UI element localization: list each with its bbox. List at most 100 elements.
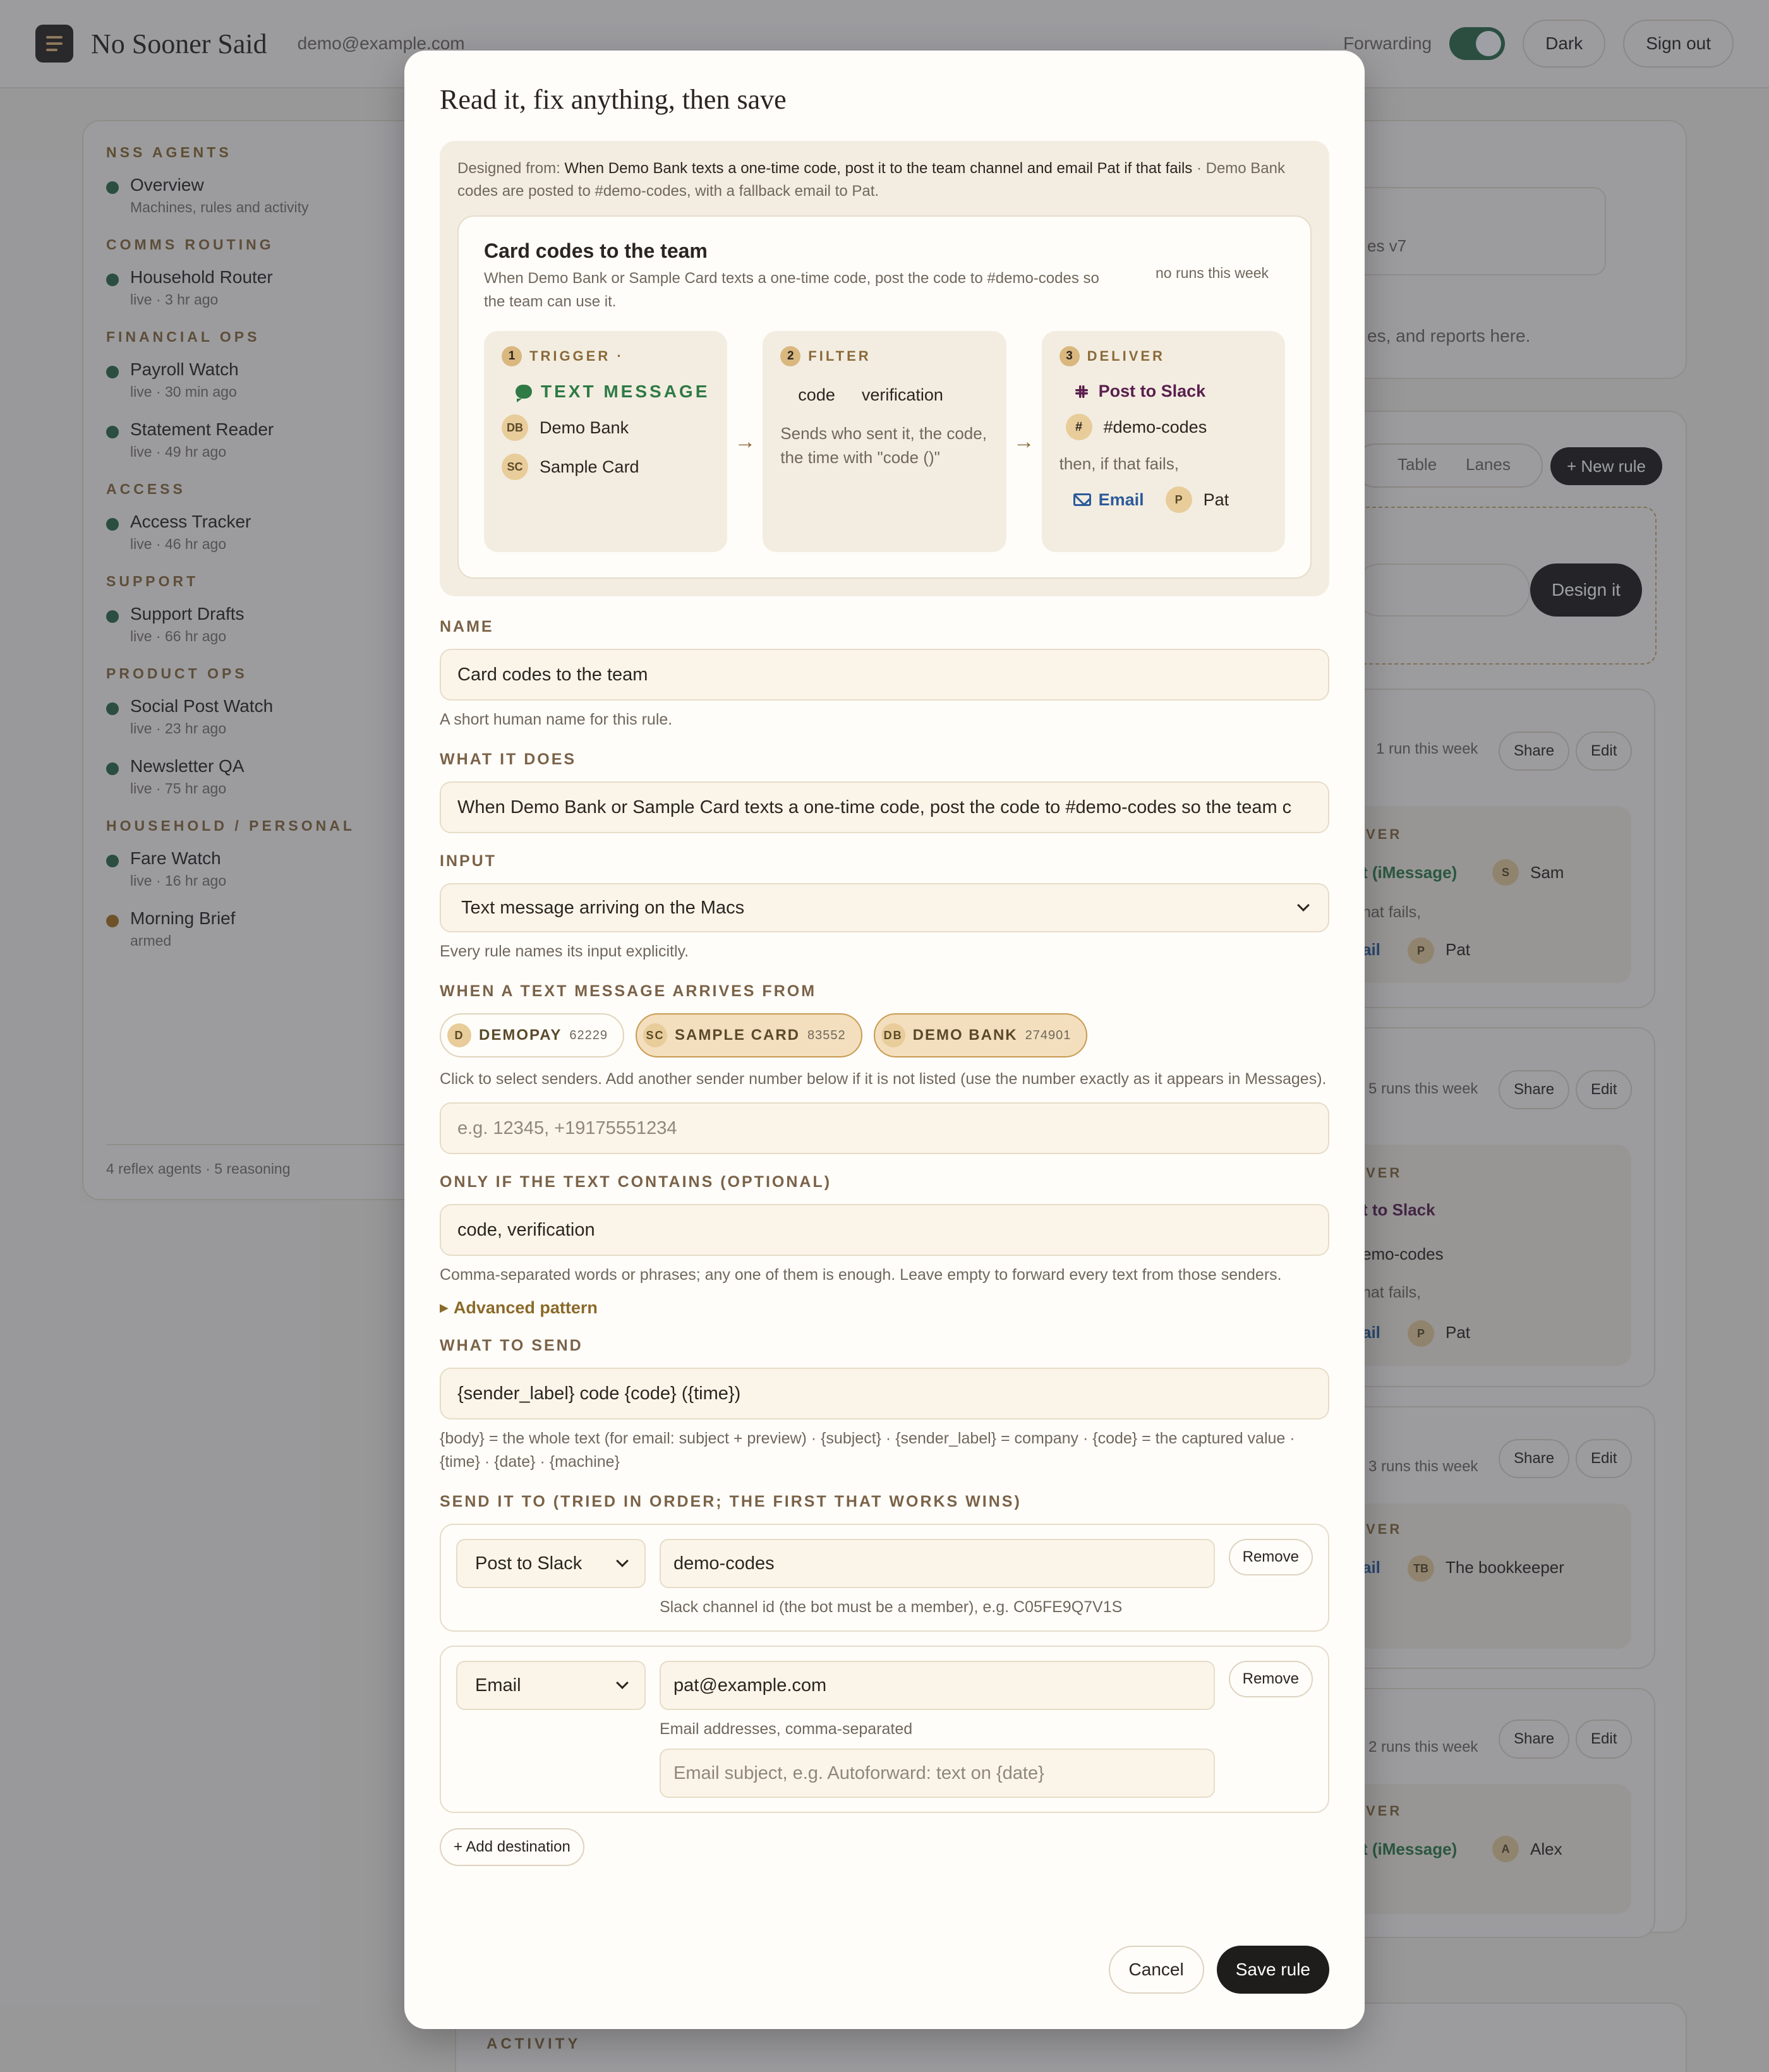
arrow-right-icon: → bbox=[734, 429, 756, 454]
senders-label: WHEN A TEXT MESSAGE ARRIVES FROM bbox=[440, 982, 817, 1000]
fallback-label: Email bbox=[1098, 490, 1144, 509]
trigger-sender: SC Sample Card bbox=[502, 454, 709, 480]
designed-prefix: Designed from: bbox=[457, 160, 560, 177]
triangle-right-icon: ▶ bbox=[440, 1301, 449, 1314]
template-field: WHAT TO SEND {sender_label} code {code} … bbox=[440, 1337, 1329, 1474]
modal-title: Read it, fix anything, then save bbox=[440, 84, 787, 115]
rule-preview: Designed from: When Demo Bank texts a on… bbox=[440, 141, 1329, 596]
rule-card-runs: no runs this week bbox=[1156, 265, 1269, 281]
deliver-primary: Post to Slack bbox=[1098, 382, 1206, 401]
slack-icon bbox=[1075, 385, 1088, 398]
advanced-pattern-label: Advanced pattern bbox=[453, 1298, 598, 1317]
person-name: Pat bbox=[1203, 490, 1229, 509]
destination-type-select[interactable]: Email bbox=[456, 1661, 646, 1710]
remove-destination-button[interactable]: Remove bbox=[1228, 1661, 1313, 1697]
contains-help: Comma-separated words or phrases; any on… bbox=[440, 1266, 1282, 1284]
input-help: Every rule names its input explicitly. bbox=[440, 943, 689, 960]
envelope-icon bbox=[1073, 493, 1091, 506]
senders-help: Click to select senders. Add another sen… bbox=[440, 1070, 1327, 1088]
contains-label: ONLY IF THE TEXT CONTAINS (OPTIONAL) bbox=[440, 1173, 832, 1191]
sender-number-input[interactable]: e.g. 12345, +19175551234 bbox=[440, 1102, 1329, 1154]
step-number: 3 bbox=[1059, 346, 1080, 366]
filter-keyword: code bbox=[798, 385, 835, 404]
trigger-label: TRIGGER · bbox=[529, 348, 624, 364]
destination-row: Email pat@example.com Email addresses, c… bbox=[440, 1646, 1329, 1813]
sender-name: Sample Card bbox=[540, 457, 639, 476]
fallback-text: then, if that fails, bbox=[1059, 454, 1179, 473]
rule-card-description: When Demo Bank or Sample Card texts a on… bbox=[484, 270, 1099, 310]
destination-help: Slack channel id (the bot must be a memb… bbox=[660, 1598, 1123, 1616]
add-destination-button[interactable]: + Add destination bbox=[440, 1828, 584, 1866]
template-input[interactable]: {sender_label} code {code} ({time}) bbox=[440, 1368, 1329, 1419]
destinations-label: SEND IT TO (TRIED IN ORDER; THE FIRST TH… bbox=[440, 1493, 1022, 1510]
template-label: WHAT TO SEND bbox=[440, 1337, 583, 1354]
template-help: {body} = the whole text (for email: subj… bbox=[440, 1430, 1295, 1471]
deliver-channel: # #demo-codes bbox=[1065, 414, 1267, 440]
destinations-field: SEND IT TO (TRIED IN ORDER; THE FIRST TH… bbox=[440, 1493, 1329, 1866]
chevron-down-icon bbox=[616, 1555, 629, 1567]
sender-avatar: SC bbox=[643, 1023, 667, 1047]
deliver-label: DELIVER bbox=[1087, 348, 1165, 364]
person-avatar: P bbox=[1165, 486, 1192, 513]
name-help: A short human name for this rule. bbox=[440, 711, 673, 728]
rule-card-title: Card codes to the team bbox=[484, 239, 708, 262]
input-field: INPUT Text message arriving on the Macs … bbox=[440, 852, 1329, 963]
save-rule-button[interactable]: Save rule bbox=[1216, 1946, 1329, 1994]
destination-type-select[interactable]: Post to Slack bbox=[456, 1539, 646, 1588]
filter-lane: 2 FILTER code verification Sends who sent … bbox=[763, 331, 1006, 552]
sender-avatar: DB bbox=[881, 1023, 905, 1047]
sender-chip-sample-card[interactable]: SC SAMPLE CARD 83552 bbox=[636, 1013, 862, 1057]
destination-help: Email addresses, comma-separated bbox=[660, 1720, 913, 1738]
name-input[interactable]: Card codes to the team bbox=[440, 649, 1329, 701]
rule-lanes: 1 TRIGGER · TEXT MESSAGE DB Demo Bank SC Sa… bbox=[484, 331, 1285, 552]
advanced-pattern-toggle[interactable]: ▶ Advanced pattern bbox=[440, 1298, 1329, 1318]
hash-icon: # bbox=[1065, 414, 1092, 440]
contains-field: ONLY IF THE TEXT CONTAINS (OPTIONAL) cod… bbox=[440, 1173, 1329, 1318]
sender-number: 274901 bbox=[1025, 1028, 1072, 1042]
designed-prompt: When Demo Bank texts a one-time code, po… bbox=[564, 160, 1193, 177]
sender-avatar: DB bbox=[502, 414, 528, 441]
step-number: 2 bbox=[780, 346, 801, 366]
trigger-lane: 1 TRIGGER · TEXT MESSAGE DB Demo Bank SC Sa… bbox=[484, 331, 728, 552]
step-number: 1 bbox=[502, 346, 522, 366]
filter-label: FILTER bbox=[808, 348, 871, 364]
sender-chip-demopay[interactable]: D DEMOPAY 62229 bbox=[440, 1013, 624, 1057]
input-label: INPUT bbox=[440, 852, 497, 870]
sender-number: 62229 bbox=[569, 1028, 608, 1042]
sender-chip-demo-bank[interactable]: DB DEMO BANK 274901 bbox=[873, 1013, 1088, 1057]
trigger-type: TEXT MESSAGE bbox=[541, 382, 710, 401]
chevron-down-icon bbox=[616, 1677, 629, 1689]
destination-row: Post to Slack demo-codes Slack channel i… bbox=[440, 1524, 1329, 1632]
sender-avatar: D bbox=[447, 1023, 471, 1047]
senders-field: WHEN A TEXT MESSAGE ARRIVES FROM D DEMOPA… bbox=[440, 982, 1329, 1154]
destination-target-input[interactable]: demo-codes bbox=[660, 1539, 1215, 1588]
description-input[interactable]: When Demo Bank or Sample Card texts a on… bbox=[440, 781, 1329, 833]
edit-rule-modal: Read it, fix anything, then save Designe… bbox=[404, 51, 1365, 2029]
sender-name: DEMO BANK bbox=[912, 1027, 1018, 1044]
cancel-button[interactable]: Cancel bbox=[1108, 1946, 1204, 1994]
input-select[interactable]: Text message arriving on the Macs bbox=[440, 883, 1329, 932]
description-label: WHAT IT DOES bbox=[440, 750, 577, 768]
channel-name: #demo-codes bbox=[1103, 417, 1207, 437]
input-select-value: Text message arriving on the Macs bbox=[461, 897, 745, 918]
email-subject-input[interactable]: Email subject, e.g. Autoforward: text on… bbox=[660, 1749, 1215, 1798]
filter-description: Sends who sent it, the code, the time wi… bbox=[780, 424, 987, 467]
deliver-lane: 3 DELIVER Post to Slack # #demo-codes then… bbox=[1041, 331, 1285, 552]
destination-type-value: Email bbox=[475, 1675, 521, 1696]
sender-name: Demo Bank bbox=[540, 418, 629, 437]
remove-destination-button[interactable]: Remove bbox=[1228, 1539, 1313, 1575]
sender-name: SAMPLE CARD bbox=[675, 1027, 800, 1044]
designed-from: Designed from: When Demo Bank texts a on… bbox=[457, 157, 1312, 203]
name-field: NAME Card codes to the team A short huma… bbox=[440, 618, 1329, 732]
slack-destination: Post to Slack bbox=[1073, 382, 1267, 401]
deliver-fallback: Email P Pat bbox=[1060, 486, 1267, 513]
arrow-right-icon: → bbox=[1013, 429, 1035, 454]
contains-input[interactable]: code, verification bbox=[440, 1204, 1329, 1256]
trigger-sender: DB Demo Bank bbox=[502, 414, 709, 441]
destination-target-input[interactable]: pat@example.com bbox=[660, 1661, 1215, 1710]
sender-avatar: SC bbox=[502, 454, 528, 480]
sender-number: 83552 bbox=[807, 1028, 846, 1042]
chevron-down-icon bbox=[1297, 899, 1310, 912]
rule-card: Card codes to the team When Demo Bank or… bbox=[457, 215, 1312, 579]
name-label: NAME bbox=[440, 618, 494, 635]
